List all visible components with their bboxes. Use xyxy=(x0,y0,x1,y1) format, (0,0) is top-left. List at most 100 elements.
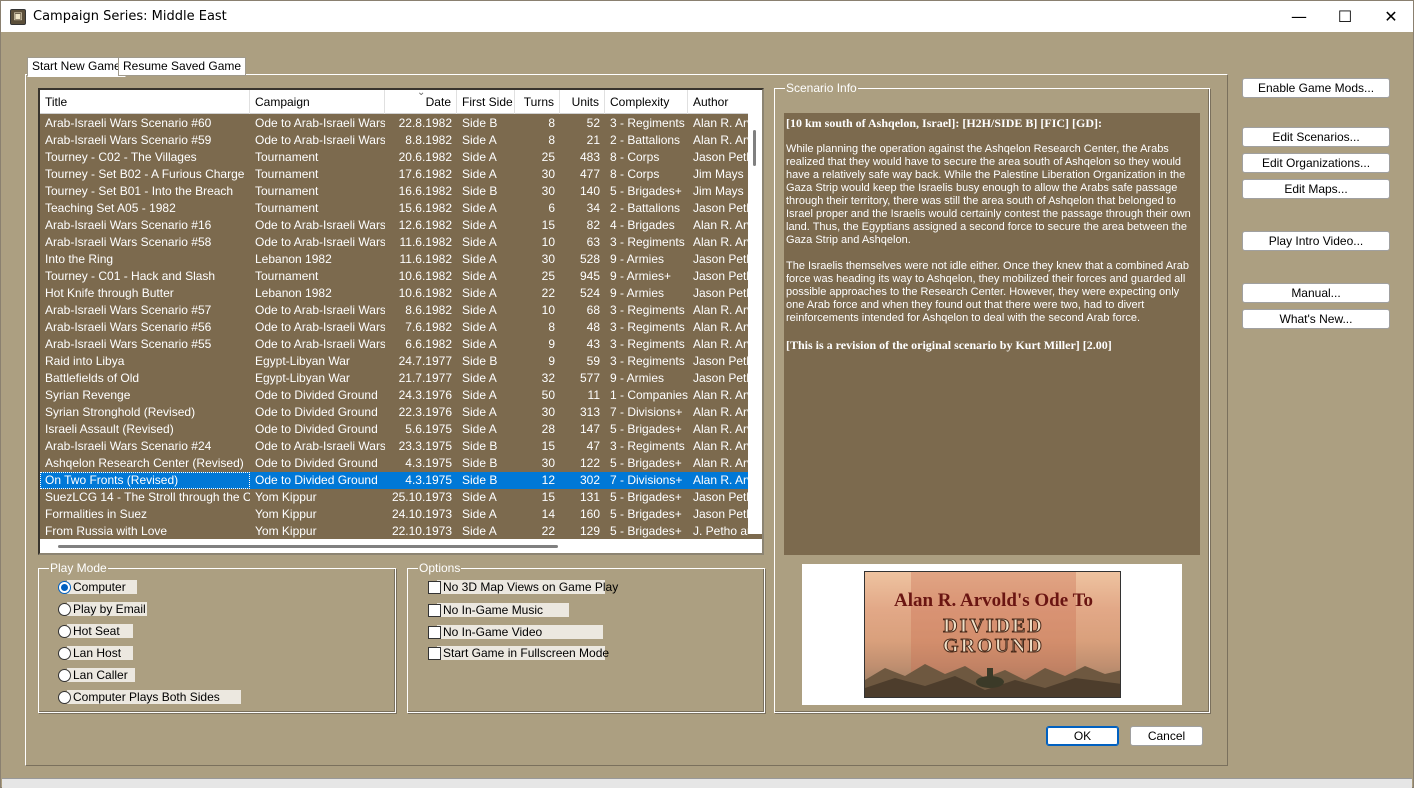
cell-author: Jason Peth xyxy=(693,354,748,368)
minimize-button[interactable]: — xyxy=(1276,1,1322,32)
enable-game-mods-button[interactable]: Enable Game Mods... xyxy=(1242,78,1390,98)
table-row[interactable]: Battlefields of Old Egypt-Libyan War 21.7.… xyxy=(40,370,748,387)
vertical-scroll-thumb[interactable] xyxy=(753,130,756,166)
table-row[interactable]: Arab-Israeli Wars Scenario #60 Ode to Ara… xyxy=(40,115,748,132)
column-header-author[interactable]: Author xyxy=(688,90,750,114)
column-header-complexity[interactable]: Complexity xyxy=(605,90,688,114)
radio-button[interactable] xyxy=(58,625,71,638)
checkbox[interactable] xyxy=(428,626,441,639)
play-mode-label[interactable]: Play by Email xyxy=(67,602,147,616)
table-row[interactable]: Tourney - Set B01 - Into the Breach Tourn… xyxy=(40,183,748,200)
radio-button[interactable] xyxy=(58,691,71,704)
cell-complexity: 4 - Brigades xyxy=(610,218,675,232)
cell-campaign: Ode to Divided Ground xyxy=(255,473,378,487)
vertical-scrollbar[interactable] xyxy=(748,90,762,534)
column-header-date[interactable]: ⌄ Date xyxy=(385,90,457,114)
table-row[interactable]: Tourney - C02 - The Villages Tournament 20… xyxy=(40,149,748,166)
table-row[interactable]: Hot Knife through Butter Lebanon 1982 10.6… xyxy=(40,285,748,302)
column-header-units[interactable]: Units xyxy=(560,90,605,114)
cell-first-side: Side B xyxy=(462,456,498,470)
table-row[interactable]: Arab-Israeli Wars Scenario #56 Ode to Ara… xyxy=(40,319,748,336)
table-row[interactable]: On Two Fronts (Revised) Ode to Divided Gr… xyxy=(40,472,748,489)
play-mode-label[interactable]: Lan Host xyxy=(67,646,133,660)
maximize-button[interactable]: ☐ xyxy=(1322,1,1368,32)
cell-author: Alan R. Arv xyxy=(693,235,748,249)
horizontal-scroll-thumb[interactable] xyxy=(58,545,558,548)
edit-maps-button[interactable]: Edit Maps... xyxy=(1242,179,1390,199)
table-row[interactable]: From Russia with Love Yom Kippur 22.10.197… xyxy=(40,523,748,540)
table-row[interactable]: Raid into Libya Egypt-Libyan War 24.7.1977… xyxy=(40,353,748,370)
table-row[interactable]: Arab-Israeli Wars Scenario #58 Ode to Ara… xyxy=(40,234,748,251)
cell-campaign: Tournament xyxy=(255,150,319,164)
table-row[interactable]: Syrian Stronghold (Revised) Ode to Divide… xyxy=(40,404,748,421)
cell-author: Jim Mays xyxy=(693,184,744,198)
cell-campaign: Tournament xyxy=(255,201,319,215)
scenario-table[interactable]: Title Campaign ⌄ Date First Side Turns U… xyxy=(38,88,764,555)
table-row[interactable]: Tourney - Set B02 - A Furious Charge Tour… xyxy=(40,166,748,183)
cell-campaign: Ode to Arab-Israeli Wars xyxy=(255,133,385,147)
cell-author: Jason Peth xyxy=(693,507,748,521)
cell-date: 4.3.1975 xyxy=(405,456,452,470)
edit-organizations-button[interactable]: Edit Organizations... xyxy=(1242,153,1390,173)
table-row[interactable]: Tourney - C01 - Hack and Slash Tournament… xyxy=(40,268,748,285)
column-header-first-side[interactable]: First Side xyxy=(457,90,515,114)
cell-units: 477 xyxy=(579,167,600,181)
scenario-info-legend: Scenario Info xyxy=(785,81,858,95)
checkbox[interactable] xyxy=(428,604,441,617)
play-mode-label[interactable]: Computer xyxy=(67,580,137,594)
play-mode-label[interactable]: Lan Caller xyxy=(67,668,135,682)
tab-resume-saved-game[interactable]: Resume Saved Game xyxy=(118,57,247,76)
table-row[interactable]: Formalities in Suez Yom Kippur 24.10.1973 S… xyxy=(40,506,748,523)
checkbox[interactable] xyxy=(428,647,441,660)
ok-button[interactable]: OK xyxy=(1046,726,1119,746)
table-row[interactable]: Arab-Israeli Wars Scenario #59 Ode to Ara… xyxy=(40,132,748,149)
cell-first-side: Side A xyxy=(462,303,497,317)
option-label[interactable]: No 3D Map Views on Game Play xyxy=(437,580,618,594)
cell-units: 528 xyxy=(579,252,600,266)
column-header-title[interactable]: Title xyxy=(40,90,250,114)
cell-campaign: Ode to Arab-Israeli Wars xyxy=(255,116,385,130)
radio-button[interactable] xyxy=(58,603,71,616)
manual-button[interactable]: Manual... xyxy=(1242,283,1390,303)
table-row[interactable]: SuezLCG 14 - The Stroll through the City… xyxy=(40,489,748,506)
horizontal-scrollbar[interactable] xyxy=(40,539,762,553)
radio-button[interactable] xyxy=(58,669,71,682)
table-row[interactable]: Arab-Israeli Wars Scenario #16 Ode to Ara… xyxy=(40,217,748,234)
edit-scenarios-button[interactable]: Edit Scenarios... xyxy=(1242,127,1390,147)
tab-start-new-game[interactable]: Start New Game xyxy=(27,57,126,77)
option-label[interactable]: No In-Game Video xyxy=(437,625,603,639)
play-mode-label[interactable]: Computer Plays Both Sides xyxy=(67,690,241,704)
radio-button[interactable] xyxy=(58,647,71,660)
scenario-paragraph-2: The Israelis themselves were not idle ei… xyxy=(786,260,1189,324)
title-bar[interactable]: ▣ Campaign Series: Middle East — ☐ ✕ xyxy=(1,1,1413,32)
column-header-turns[interactable]: Turns xyxy=(515,90,560,114)
scenario-description[interactable]: [10 km south of Ashqelon, Israel]: [H2H/… xyxy=(784,113,1200,555)
cell-first-side: Side A xyxy=(462,150,497,164)
checkbox[interactable] xyxy=(428,581,441,594)
cell-complexity: 5 - Brigades+ xyxy=(610,422,682,436)
column-header-campaign[interactable]: Campaign xyxy=(250,90,385,114)
table-row[interactable]: Arab-Israeli Wars Scenario #57 Ode to Ara… xyxy=(40,302,748,319)
play-mode-label[interactable]: Hot Seat xyxy=(67,624,133,638)
close-button[interactable]: ✕ xyxy=(1368,1,1414,32)
option-label[interactable]: Start Game in Fullscreen Mode xyxy=(437,646,609,660)
table-row[interactable]: Syrian Revenge Ode to Divided Ground 24.3.… xyxy=(40,387,748,404)
table-row[interactable]: Teaching Set A05 - 1982 Tournament 15.6.19… xyxy=(40,200,748,217)
table-row[interactable]: Ashqelon Research Center (Revised) Ode to… xyxy=(40,455,748,472)
option-label[interactable]: No In-Game Music xyxy=(437,603,569,617)
table-row[interactable]: Into the Ring Lebanon 1982 11.6.1982 Side A… xyxy=(40,251,748,268)
cell-date: 22.10.1973 xyxy=(391,524,452,538)
cell-first-side: Side A xyxy=(462,320,497,334)
cell-units: 43 xyxy=(586,337,600,351)
radio-button[interactable] xyxy=(58,581,71,594)
table-row[interactable]: Arab-Israeli Wars Scenario #24 Ode to Ara… xyxy=(40,438,748,455)
table-row[interactable]: Arab-Israeli Wars Scenario #55 Ode to Ara… xyxy=(40,336,748,353)
cell-units: 11 xyxy=(587,388,600,402)
play-intro-video-button[interactable]: Play Intro Video... xyxy=(1242,231,1390,251)
whats-new-button[interactable]: What's New... xyxy=(1242,309,1390,329)
cell-first-side: Side A xyxy=(462,269,497,283)
cancel-button[interactable]: Cancel xyxy=(1130,726,1203,746)
cell-author: Jason Peth xyxy=(693,371,748,385)
table-row[interactable]: Israeli Assault (Revised) Ode to Divided … xyxy=(40,421,748,438)
cell-complexity: 3 - Regiments xyxy=(610,303,685,317)
